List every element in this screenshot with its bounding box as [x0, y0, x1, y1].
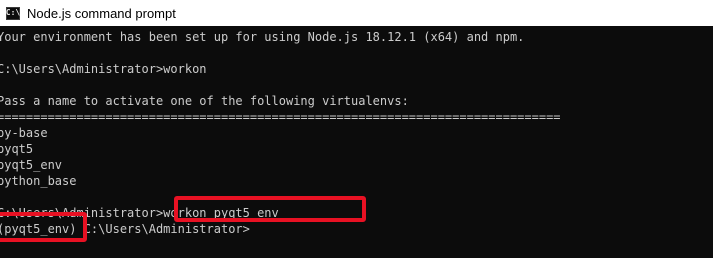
title-bar[interactable]: C:\ Node.js command prompt — [0, 0, 713, 26]
console-line-workon-command: C:\Users\Administrator>workon — [0, 62, 207, 76]
console-line-venv-python-base: python_base — [0, 174, 77, 188]
console-line-venv-pyqt5-env: pyqt5_env — [0, 158, 63, 172]
console-line-separator: ========================================… — [0, 110, 561, 124]
window-title: Node.js command prompt — [27, 5, 176, 21]
console-output[interactable]: Your environment has been set up for usi… — [0, 26, 713, 258]
console-line-venv-py-base: py-base — [0, 126, 48, 140]
console-line-active-prompt: (pyqt5_env) C:\Users\Administrator> — [0, 222, 250, 236]
command-prompt-window: C:\ Node.js command prompt Your environm… — [0, 0, 713, 258]
console-line-venv-pyqt5: pyqt5 — [0, 142, 34, 156]
console-line-activate-command: C:\Users\Administrator>workon pyqt5_env — [0, 206, 279, 220]
console-line-env-setup: Your environment has been set up for usi… — [0, 30, 525, 44]
console-line-virtualenvs-header: Pass a name to activate one of the follo… — [0, 94, 409, 108]
command-prompt-icon: C:\ — [6, 6, 20, 20]
